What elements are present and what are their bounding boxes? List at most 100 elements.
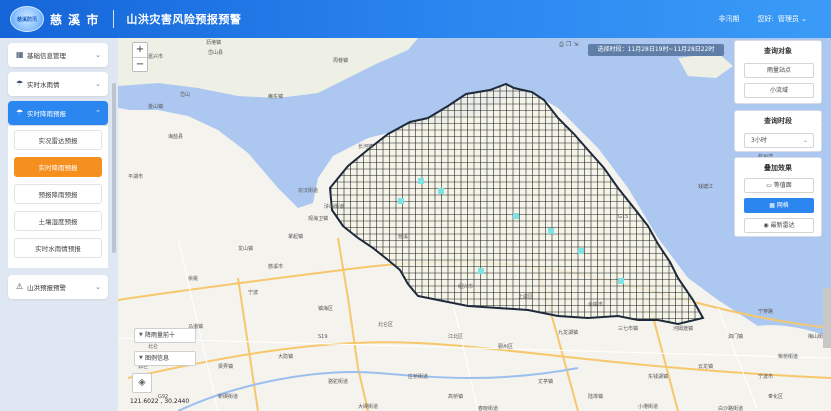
place-label: 岱山 bbox=[180, 91, 190, 98]
place-label: 江北区 bbox=[448, 333, 463, 340]
place-label: 宗汉街道 bbox=[298, 187, 318, 194]
sidebar-sub-radar[interactable]: 实况雷达预报 bbox=[14, 130, 102, 150]
place-label: 北仑 bbox=[148, 343, 158, 350]
zoom-in-button[interactable]: + bbox=[133, 43, 147, 58]
sidebar-group-label: 基础信息管理 bbox=[27, 52, 66, 60]
sidebar-group-basic-info[interactable]: ▦ 基础信息管理 ⌄ bbox=[8, 43, 108, 67]
toggle-label: 图例信息 bbox=[145, 355, 170, 362]
button-label: 等值面 bbox=[773, 182, 792, 189]
sidebar: ▦ 基础信息管理 ⌄ ☂ 实时水雨情 ⌄ ☂ 实时降雨预报 ⌃ 实况雷达预报 实… bbox=[0, 38, 118, 411]
legend-toggle[interactable]: ▼ 图例信息 bbox=[134, 351, 196, 366]
place-label: 北仑区 bbox=[378, 321, 393, 328]
period-select-value: 3小时 bbox=[751, 137, 767, 144]
greeting-label: 您好: bbox=[757, 15, 774, 23]
grid-button[interactable]: ▦ 网格 bbox=[744, 198, 814, 213]
contour-icon: ▭ bbox=[766, 182, 772, 189]
export-icon: ⇲ bbox=[573, 41, 581, 48]
sidebar-sub-realtime-rain[interactable]: 实时降雨预报 bbox=[14, 157, 102, 177]
overlay-effect-panel: 叠加效果 ▭ 等值面 ▦ 网格 ◉ 最新雷达 bbox=[734, 157, 822, 237]
layers-icon[interactable]: ◈ bbox=[132, 373, 152, 393]
sidebar-sub-forecast-rain[interactable]: 预报降雨预报 bbox=[14, 184, 102, 204]
place-label: 陆埠镇 bbox=[588, 393, 603, 400]
place-label: 龙山镇 bbox=[238, 245, 253, 252]
panel-title: 叠加效果 bbox=[764, 164, 792, 172]
cursor-coordinates: 121.6022 , 30.2440 bbox=[130, 398, 190, 405]
period-select[interactable]: 3小时 ⌄ bbox=[744, 133, 814, 148]
button-label: 网格 bbox=[776, 202, 789, 209]
chevron-down-icon: ⌄ bbox=[801, 15, 807, 23]
header-divider bbox=[113, 10, 115, 28]
sidebar-group-label: 实时水雨情 bbox=[27, 81, 60, 89]
time-range-banner: 选择时段：11月28日19时~11月28日22时 bbox=[588, 44, 724, 56]
place-label: 周巷镇 bbox=[333, 57, 348, 64]
sidebar-group-realtime-rain[interactable]: ☂ 实时水雨情 ⌄ bbox=[8, 72, 108, 96]
place-label: 柴桥街道 bbox=[778, 353, 798, 360]
place-label: 小港街道 bbox=[638, 403, 658, 410]
radar-icon: ◉ bbox=[763, 222, 769, 229]
chevron-up-icon: ⌃ bbox=[95, 109, 101, 117]
logo-icon: 慈溪防汛 bbox=[10, 6, 44, 32]
umbrella-icon: ☂ bbox=[16, 108, 24, 117]
query-period-panel: 查询时段 3小时 ⌄ bbox=[734, 110, 822, 152]
system-title: 山洪灾害风险预报预警 bbox=[126, 13, 242, 26]
contour-button[interactable]: ▭ 等值面 bbox=[744, 178, 814, 193]
place-label: 骆驼街道 bbox=[328, 378, 348, 385]
grid-icon: ▦ bbox=[16, 50, 24, 59]
sidebar-subpanel: 实况雷达预报 实时降雨预报 预报降雨预报 土壤湿度预报 实时水雨情预报 bbox=[8, 126, 108, 268]
sidebar-group-flood-warning[interactable]: ⚠ 山洪预报预警 ⌄ bbox=[8, 275, 108, 299]
chevron-down-icon: ⌄ bbox=[95, 51, 101, 59]
place-label: 慈溪市 bbox=[268, 263, 283, 270]
place-label: 新碶街道 bbox=[218, 393, 238, 400]
zoom-control: + − bbox=[132, 42, 148, 72]
place-label: 河姆渡镇 bbox=[673, 325, 693, 332]
place-label: 余姚 bbox=[188, 275, 198, 282]
place-label: 梁弄镇 bbox=[218, 363, 233, 370]
place-label: 掌起镇 bbox=[288, 233, 303, 240]
panel-title: 查询对象 bbox=[764, 47, 792, 55]
place-label: 九龙湖镇 bbox=[558, 329, 578, 336]
city-name: 慈 溪 市 bbox=[50, 12, 100, 27]
place-label: G15 bbox=[618, 214, 628, 220]
user-menu[interactable]: 管理员 ⌄ bbox=[778, 14, 807, 24]
flood-season-status: 非汛期 bbox=[718, 15, 740, 23]
top-ten-rain-toggle[interactable]: ▼ 降雨量前十 bbox=[134, 328, 196, 343]
rain-station-button[interactable]: 雨量站点 bbox=[744, 63, 814, 78]
place-label: 宁波 bbox=[248, 289, 258, 296]
sidebar-sub-water-rain[interactable]: 实时水雨情预报 bbox=[14, 238, 102, 258]
place-label: 长河镇 bbox=[358, 143, 373, 150]
grid-small-icon: ▦ bbox=[769, 202, 775, 209]
button-label: 最新雷达 bbox=[770, 222, 795, 229]
chevron-down-icon: ⌄ bbox=[802, 137, 808, 144]
place-label: 大碶街道 bbox=[358, 403, 378, 410]
place-label: 奉化区 bbox=[768, 393, 783, 400]
latest-radar-button[interactable]: ◉ 最新雷达 bbox=[744, 218, 814, 233]
place-label: S19 bbox=[318, 334, 328, 340]
user-name: 管理员 bbox=[777, 15, 799, 23]
small-basin-button[interactable]: 小流域 bbox=[744, 83, 814, 98]
place-label: 余姚市 bbox=[588, 301, 603, 308]
place-label: 云龙镇 bbox=[698, 363, 713, 370]
place-label: 平湖市 bbox=[128, 173, 143, 180]
place-label: 宁波市 bbox=[758, 373, 773, 380]
sidebar-scrollbar[interactable] bbox=[112, 83, 116, 253]
rain-icon: ☂ bbox=[16, 79, 24, 88]
top-header: 慈溪防汛 慈 溪 市 山洪灾害风险预报预警 非汛期 您好: 管理员 ⌄ bbox=[0, 0, 831, 38]
place-label: 大隐镇 bbox=[278, 353, 293, 360]
place-label: 镇海区 bbox=[318, 305, 333, 312]
map-canvas[interactable]: 沥港镇岱山县岱山金山镇庵东镇周巷镇长河镇宗汉街道浒山街道观海卫镇掌起镇龙山镇慈溪… bbox=[118, 38, 831, 411]
warning-icon: ⚠ bbox=[16, 282, 24, 291]
place-label: 庄桥街道 bbox=[408, 373, 428, 380]
banner-tool-icons[interactable]: ⎙❐⇲ bbox=[559, 41, 580, 49]
place-label: 上虞区 bbox=[518, 293, 533, 300]
map-view[interactable]: 沥港镇 岱山县 岱山 金山镇 庵东镇 周巷镇 长河镇 宗汉街道 浒山街道 观海卫镇 掌起镇 龙山镇 慈溪… bbox=[118, 38, 831, 411]
place-label: 泗门镇 bbox=[728, 333, 743, 340]
map-side-handle[interactable] bbox=[823, 288, 831, 348]
place-label: 三七市镇 bbox=[618, 325, 638, 332]
sidebar-sub-soil[interactable]: 土壤湿度预报 bbox=[14, 211, 102, 231]
place-label: 嘉兴市 bbox=[148, 53, 163, 60]
sidebar-group-rain-forecast[interactable]: ☂ 实时降雨预报 ⌃ bbox=[8, 101, 108, 125]
zoom-out-button[interactable]: − bbox=[133, 58, 147, 73]
place-label: 春晓街道 bbox=[478, 405, 498, 411]
chevron-down-icon: ⌄ bbox=[95, 283, 101, 291]
place-label: 丈亭镇 bbox=[538, 378, 553, 385]
